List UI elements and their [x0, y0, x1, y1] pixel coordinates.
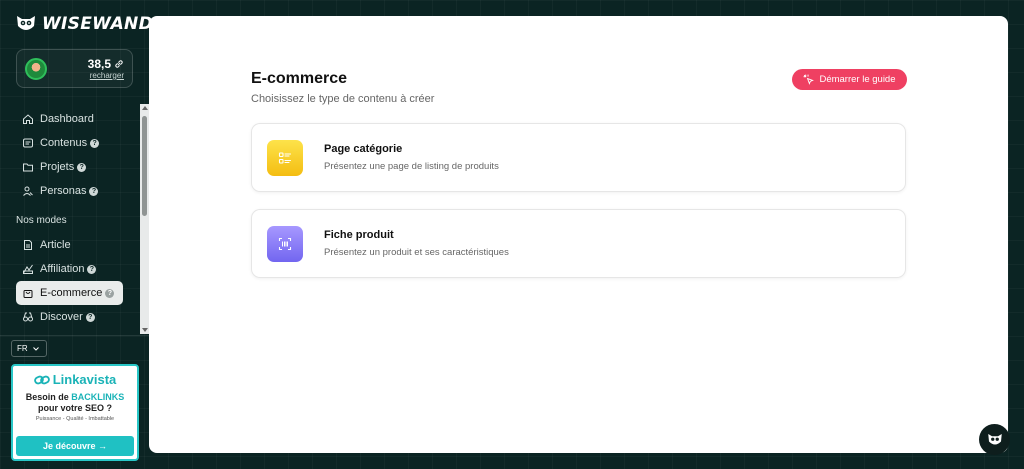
sidebar-item-label: Affiliation: [40, 263, 85, 275]
users-icon: [22, 185, 34, 197]
scroll-down-icon[interactable]: [142, 328, 148, 332]
card-title: Page catégorie: [324, 143, 403, 155]
help-icon[interactable]: ?: [77, 162, 87, 172]
sidebar-item-contenus[interactable]: Contenus ?: [16, 131, 126, 155]
language-select[interactable]: FR: [11, 340, 47, 357]
promo-title-suffix: pour votre SEO ?: [37, 403, 112, 413]
promo-brand: Linkavista: [13, 372, 137, 387]
sidebar-item-projets[interactable]: Projets ?: [16, 155, 126, 179]
page-title: E-commerce: [251, 70, 348, 87]
card-description: Présentez un produit et ses caractéristi…: [324, 247, 509, 258]
main-panel: E-commerce Choisissez le type de contenu…: [149, 16, 1008, 453]
content-type-card-category[interactable]: Page catégorie Présentez une page de lis…: [251, 123, 906, 192]
sidebar-nav: Dashboard Contenus ? Projets ? Personas …: [16, 107, 126, 329]
article-icon: [22, 239, 34, 251]
modes-section-label: Nos modes: [16, 215, 67, 226]
affiliation-icon: [22, 263, 34, 275]
recharge-link[interactable]: recharger: [88, 71, 124, 80]
folder-icon: [22, 161, 34, 173]
sidebar-item-personas[interactable]: Personas ?: [16, 179, 126, 203]
sparkle-click-icon: [803, 74, 815, 85]
language-selected: FR: [17, 344, 28, 353]
shopping-bag-icon: [22, 287, 34, 299]
sidebar-item-label: Article: [40, 239, 71, 251]
credits-amount: 38,5: [87, 57, 111, 71]
sidebar-item-label: Projets: [40, 161, 75, 173]
start-guide-label: Démarrer le guide: [819, 74, 896, 85]
sidebar-item-discover[interactable]: Discover ?: [16, 305, 126, 329]
promo-title-prefix: Besoin de: [25, 392, 69, 402]
promo-title-highlight: BACKLINKS: [71, 392, 125, 402]
help-icon[interactable]: ?: [89, 186, 99, 196]
owl-chat-icon: [987, 433, 1002, 444]
chat-support-button[interactable]: [979, 424, 1010, 455]
owl-logo-icon: [17, 16, 35, 30]
start-guide-button[interactable]: Démarrer le guide: [792, 69, 907, 90]
sidebar-item-label: Discover: [40, 311, 83, 323]
sidebar-item-affiliation[interactable]: Affiliation ?: [16, 257, 126, 281]
brand-logo[interactable]: WISEWAND: [14, 12, 153, 36]
content-type-card-product[interactable]: Fiche produit Présentez un produit et se…: [251, 209, 906, 278]
promo-title: Besoin de BACKLINKS pour votre SEO ?: [13, 392, 137, 414]
help-icon[interactable]: ?: [85, 312, 95, 322]
account-credits-card[interactable]: 38,5 recharger: [16, 49, 133, 88]
binoculars-icon: [22, 311, 34, 323]
chevron-down-icon: [32, 346, 39, 351]
help-icon[interactable]: ?: [87, 264, 97, 274]
promo-brand-name: Linkavista: [52, 372, 117, 387]
help-icon[interactable]: ?: [105, 288, 115, 298]
promo-discover-button[interactable]: Je découvre →: [16, 436, 134, 456]
home-icon: [22, 113, 34, 125]
list-icon: [267, 139, 303, 176]
sidebar-item-label: Dashboard: [40, 113, 94, 125]
card-title: Fiche produit: [324, 229, 394, 241]
chain-link-icon: [33, 375, 50, 384]
sidebar-scrollbar[interactable]: [140, 104, 149, 334]
page-subtitle: Choisissez le type de contenu à créer: [251, 93, 435, 105]
link-chain-icon: [115, 60, 123, 68]
document-icon: [22, 137, 34, 149]
card-description: Présentez une page de listing de produit…: [324, 161, 499, 172]
brand-name: WISEWAND: [42, 14, 153, 34]
barcode-scan-icon: [267, 225, 303, 262]
credits-value: 38,5: [88, 57, 124, 71]
sidebar: WISEWAND 38,5 recharger Dashboard Conten…: [0, 0, 153, 469]
scroll-up-icon[interactable]: [142, 106, 148, 110]
sidebar-item-label: Contenus: [40, 137, 88, 149]
sidebar-item-label: Personas: [40, 185, 87, 197]
sidebar-item-ecommerce[interactable]: E-commerce ?: [16, 281, 123, 305]
sidebar-item-label: E-commerce: [40, 287, 103, 299]
sidebar-divider: [0, 335, 149, 336]
scroll-thumb[interactable]: [142, 116, 147, 216]
sidebar-item-dashboard[interactable]: Dashboard: [16, 107, 126, 131]
linkavista-promo[interactable]: Linkavista Besoin de BACKLINKS pour votr…: [11, 364, 139, 461]
promo-subtitle: Puissance - Qualité - Imbattable: [35, 416, 115, 422]
help-icon[interactable]: ?: [90, 138, 100, 148]
avatar[interactable]: [25, 57, 47, 80]
sidebar-item-article[interactable]: Article: [16, 233, 126, 257]
